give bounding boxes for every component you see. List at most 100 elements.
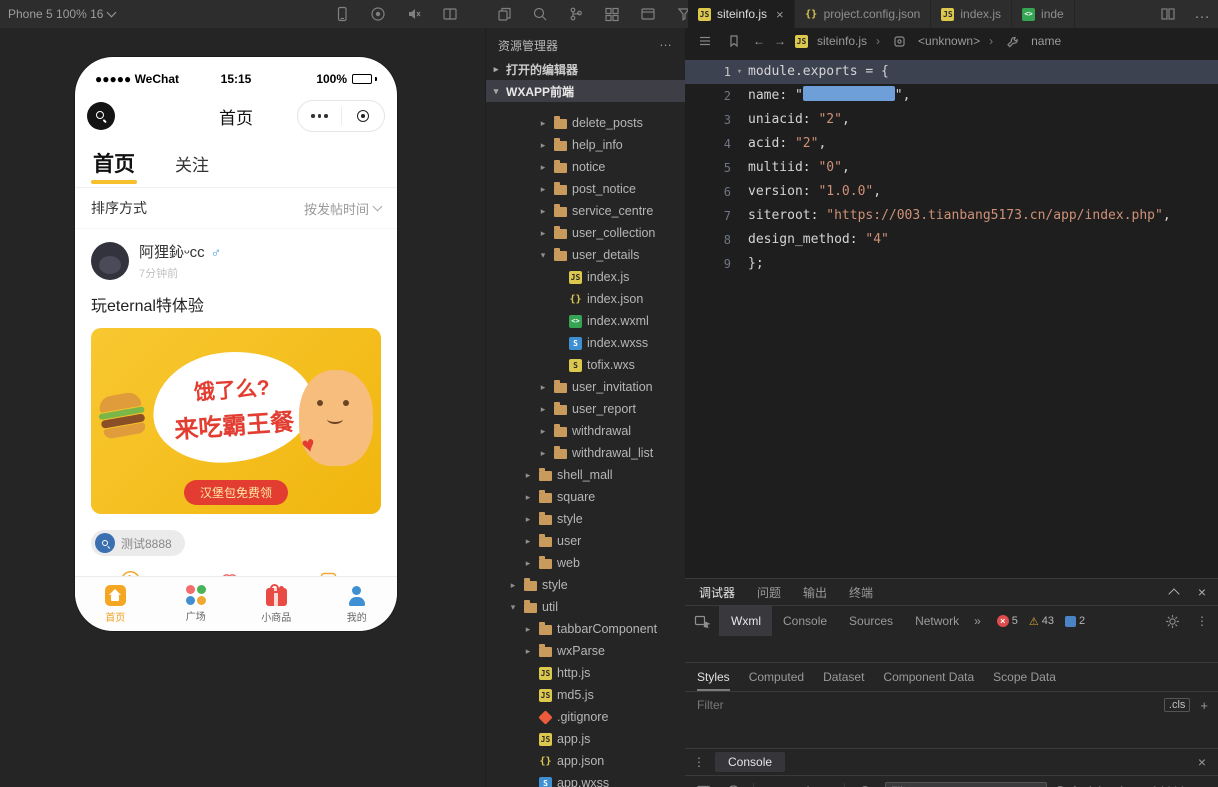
info-badge[interactable]: 2 [1065,615,1085,627]
tree-item[interactable]: ▾ util [486,596,686,618]
sort-selector[interactable]: 按发帖时间 [304,199,383,218]
console-sidebar-icon[interactable] [693,781,713,787]
tabbar-home[interactable]: 首页 [75,577,156,631]
code-line[interactable]: 4 acid: "2", [685,132,1218,156]
inspect-device-button[interactable] [685,606,720,636]
devtools-tab-console[interactable]: Console [772,606,838,636]
tree-item[interactable]: ▸ help_info [486,134,686,156]
styles-filter-input[interactable] [695,697,1156,713]
tree-item[interactable]: {} index.json [486,288,686,310]
tree-item[interactable]: ▸ shell_mall [486,464,686,486]
avatar[interactable] [91,242,129,280]
tab-problems[interactable]: 问题 [757,584,781,601]
tab-terminal[interactable]: 终端 [849,584,873,601]
clear-console-icon[interactable] [723,781,743,787]
tab-home[interactable]: 首页 [91,148,137,187]
tree-item[interactable]: ▸ withdrawal [486,420,686,442]
tree-item[interactable]: ▸ web [486,552,686,574]
window-icon[interactable] [638,4,658,24]
close-capsule-button[interactable] [342,110,385,122]
tree-item[interactable]: ▸ wxParse [486,640,686,662]
editor-tab[interactable]: JS siteinfo.js × [688,0,795,28]
breadcrumb-symbol[interactable]: name [1031,34,1061,48]
layout-panels-icon[interactable] [440,4,460,24]
code-line[interactable]: 7 siteroot: "https://003.tianbang5173.cn/… [685,204,1218,228]
maximize-panel-icon[interactable] [1168,587,1180,600]
toggle-class-button[interactable]: .cls [1163,698,1191,712]
settings-gear-icon[interactable] [1162,611,1182,631]
code-line[interactable]: 9}; [685,252,1218,276]
code-line[interactable]: 3 uniacid: "2", [685,108,1218,132]
devtools-more-icon[interactable]: ⋮ [1196,614,1208,628]
tab-component-data[interactable]: Component Data [883,670,974,684]
warning-badge[interactable]: ⚠ 43 [1029,615,1054,628]
devtools-tab-wxml[interactable]: Wxml [720,606,772,636]
tree-item[interactable]: JS http.js [486,662,686,684]
devtools-tab-sources[interactable]: Sources [838,606,904,636]
device-selector[interactable]: Phone 5 100% 16 [8,7,117,21]
files-icon[interactable] [494,4,514,24]
open-editors-section[interactable]: ▸ 打开的编辑器 [486,58,686,80]
search-button[interactable] [87,102,115,130]
error-badge[interactable]: × 5 [996,615,1018,627]
close-drawer-icon[interactable]: × [1198,754,1206,770]
split-editor-icon[interactable] [1158,4,1178,24]
code-line[interactable]: 2 name: " ", [685,84,1218,108]
tree-item[interactable]: <> index.wxml [486,310,686,332]
devtools-tab-network[interactable]: Network [904,606,970,636]
post-image[interactable]: 饿了么? 来吃霸王餐 ♥ 汉堡包免费领 [91,328,381,514]
editor-tab[interactable]: JS index.js [931,0,1013,28]
console-drawer-tab[interactable]: Console [715,752,786,772]
new-style-rule-button[interactable]: + [1200,698,1208,713]
tree-item[interactable]: ▸ post_notice [486,178,686,200]
tab-scope-data[interactable]: Scope Data [993,670,1056,684]
editor-tab[interactable]: <> inde [1012,0,1075,28]
search-icon[interactable] [530,4,550,24]
tab-styles[interactable]: Styles [697,663,730,691]
tree-item[interactable]: ▸ tabbarComponent [486,618,686,640]
tab-output[interactable]: 输出 [803,584,827,601]
close-panel-icon[interactable]: × [1198,584,1206,600]
code-line[interactable]: 6 version: "1.0.0", [685,180,1218,204]
wxml-tree-area[interactable] [685,636,1218,662]
console-filter-input[interactable] [885,781,1048,787]
drawer-menu-icon[interactable]: ⋮ [693,755,705,769]
tree-item[interactable]: .gitignore [486,706,686,728]
nav-back-icon[interactable]: ← [753,34,765,48]
explorer-more-icon[interactable]: … [659,34,672,49]
breadcrumb-file[interactable]: siteinfo.js [817,34,867,48]
code-line[interactable]: 5 multiid: "0", [685,156,1218,180]
code-line[interactable]: 1 ▾ module.exports = { [685,60,1218,84]
extensions-icon[interactable] [602,4,622,24]
tree-item[interactable]: ▸ style [486,508,686,530]
tab-dataset[interactable]: Dataset [823,670,864,684]
outline-icon[interactable] [695,31,715,51]
nav-forward-icon[interactable]: → [774,34,786,48]
source-control-icon[interactable] [566,4,586,24]
tabbar-plaza[interactable]: 广场 [156,577,237,631]
close-tab-icon[interactable]: × [776,7,784,22]
code-line[interactable]: 8 design_method: "4" [685,228,1218,252]
tabbar-me[interactable]: 我的 [317,577,398,631]
device-icon[interactable] [332,4,352,24]
tree-item[interactable]: ▸ service_centre [486,200,686,222]
more-actions-icon[interactable]: … [1194,5,1210,23]
tree-item[interactable]: JS index.js [486,266,686,288]
tree-item[interactable]: ▸ user_collection [486,222,686,244]
project-root-section[interactable]: ▾ WXAPP前端 [486,80,686,102]
topic-badge[interactable]: 测试8888 [91,530,185,556]
tree-item[interactable]: ▾ user_details [486,244,686,266]
tab-follow[interactable]: 关注 [175,151,209,187]
record-icon[interactable] [368,4,388,24]
tree-item[interactable]: {} app.json [486,750,686,772]
tree-item[interactable]: ▸ user_report [486,398,686,420]
tabbar-goods[interactable]: 小商品 [236,577,317,631]
tree-item[interactable]: Stofix.wxs [486,354,686,376]
tree-item[interactable]: ▸ withdrawal_list [486,442,686,464]
mute-icon[interactable] [404,4,424,24]
tree-item[interactable]: JS app.js [486,728,686,750]
tree-item[interactable]: ▸ square [486,486,686,508]
tree-item[interactable]: JS md5.js [486,684,686,706]
bookmark-icon[interactable] [724,31,744,51]
more-menu-button[interactable] [298,114,341,118]
